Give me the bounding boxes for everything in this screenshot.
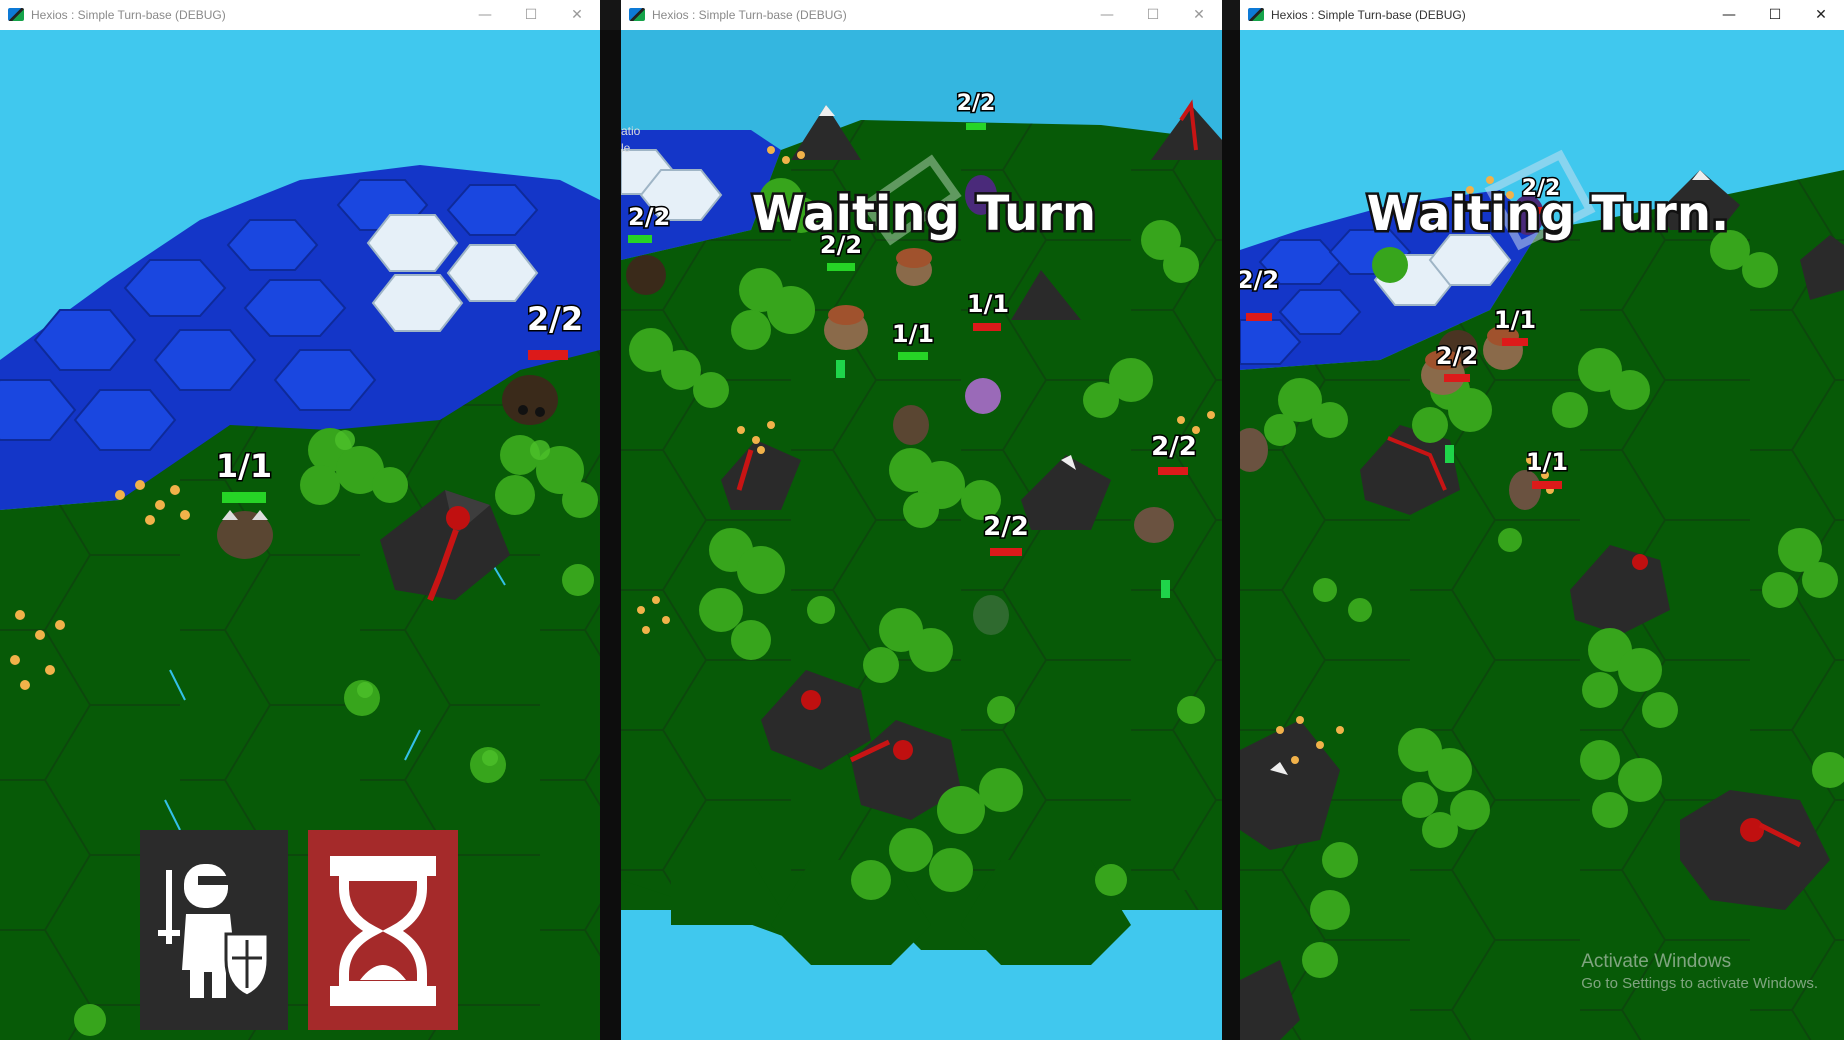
unit-hp-label: 1/1 <box>967 290 1009 318</box>
unit-health-bar <box>1502 338 1528 346</box>
unit-hp-label: 2/2 <box>628 203 670 231</box>
unit-health-bar <box>827 263 855 271</box>
unit-action-button[interactable] <box>140 830 288 1030</box>
minimize-button[interactable]: — <box>462 0 508 29</box>
hex-map[interactable]: 2/2 2/2 2/2 1/1 1/1 2/2 2/2 Waiting Turn <box>621 30 1222 1040</box>
maximize-button[interactable]: ☐ <box>1752 0 1798 29</box>
end-turn-button[interactable] <box>308 830 458 1030</box>
partial-side-text: atio le <box>621 124 641 155</box>
unit-health-bar <box>528 350 568 360</box>
unit-health-bar <box>966 123 986 130</box>
window-title: Hexios : Simple Turn-base (DEBUG) <box>31 7 226 22</box>
unit-health-bar <box>1246 313 1272 321</box>
app-icon <box>8 8 24 21</box>
unit-health-bar <box>973 323 1001 331</box>
unit-hp-label: 2/2 <box>957 91 996 116</box>
unit-hp-label: 2/2 <box>1151 432 1197 462</box>
unit-health-bar <box>1158 467 1188 475</box>
game-viewport[interactable]: 2/2 2/2 2/2 1/1 1/1 2/2 2/2 Waiting Turn… <box>621 30 1222 1040</box>
maximize-button[interactable]: ☐ <box>508 0 554 29</box>
close-button[interactable]: ✕ <box>554 0 600 29</box>
unit-beetle[interactable] <box>502 375 558 425</box>
unit-hp-label: 1/1 <box>216 447 272 485</box>
app-icon <box>629 8 645 21</box>
close-button[interactable]: ✕ <box>1798 0 1844 29</box>
game-window-3[interactable]: Hexios : Simple Turn-base (DEBUG) — ☐ ✕ <box>1240 0 1844 1040</box>
desktop-gap <box>1222 30 1240 1040</box>
unit-health-bar <box>990 548 1022 556</box>
unit-hp-label: 1/1 <box>1526 448 1568 476</box>
close-button[interactable]: ✕ <box>1176 0 1222 29</box>
game-window-2[interactable]: Hexios : Simple Turn-base (DEBUG) — ☐ ✕ <box>621 0 1222 1040</box>
unit-hp-label: 1/1 <box>1494 306 1536 334</box>
hex-map[interactable]: 2/2 1/1 <box>0 30 600 1040</box>
game-viewport[interactable]: 2/2 2/2 1/1 2/2 1/1 Waiting Turn. Activa… <box>1240 30 1844 1040</box>
unit-hp-label: 1/1 <box>892 320 934 348</box>
knight-shield-icon <box>158 864 270 998</box>
unit-critter[interactable] <box>217 510 273 559</box>
game-viewport[interactable]: 2/2 1/1 <box>0 30 600 1040</box>
unit-health-bar <box>628 235 652 243</box>
unit-health-bar <box>1444 374 1470 382</box>
title-bar[interactable]: Hexios : Simple Turn-base (DEBUG) — ☐ ✕ <box>0 0 600 29</box>
crystal <box>1445 445 1454 463</box>
window-title: Hexios : Simple Turn-base (DEBUG) <box>1271 7 1466 22</box>
minimize-button[interactable]: — <box>1706 0 1752 29</box>
minimize-button[interactable]: — <box>1084 0 1130 29</box>
game-window-1[interactable]: Hexios : Simple Turn-base (DEBUG) — ☐ ✕ <box>0 0 600 1040</box>
title-bar[interactable]: Hexios : Simple Turn-base (DEBUG) — ☐ ✕ <box>1240 0 1844 29</box>
app-icon <box>1248 8 1264 21</box>
window-title: Hexios : Simple Turn-base (DEBUG) <box>652 7 847 22</box>
status-text: Waiting Turn. <box>1367 186 1729 242</box>
maximize-button[interactable]: ☐ <box>1130 0 1176 29</box>
hex-map[interactable]: 2/2 2/2 1/1 2/2 1/1 Waiting Turn. <box>1240 30 1844 1040</box>
title-bar[interactable]: Hexios : Simple Turn-base (DEBUG) — ☐ ✕ <box>621 0 1222 29</box>
hourglass-icon <box>330 856 436 1006</box>
status-text: Waiting Turn <box>752 186 1096 242</box>
activate-windows-watermark: Activate Windows Go to Settings to activ… <box>1581 951 1818 992</box>
unit-health-bar <box>1532 481 1562 489</box>
unit-hp-label: 2/2 <box>527 300 583 338</box>
unit-hp-label: 2/2 <box>983 512 1029 542</box>
unit-health-bar <box>898 352 928 360</box>
desktop-gap <box>600 30 621 1040</box>
unit-hp-label: 2/2 <box>1436 342 1478 370</box>
unit-hp-label: 2/2 <box>1240 266 1279 294</box>
unit-health-bar <box>222 492 266 503</box>
